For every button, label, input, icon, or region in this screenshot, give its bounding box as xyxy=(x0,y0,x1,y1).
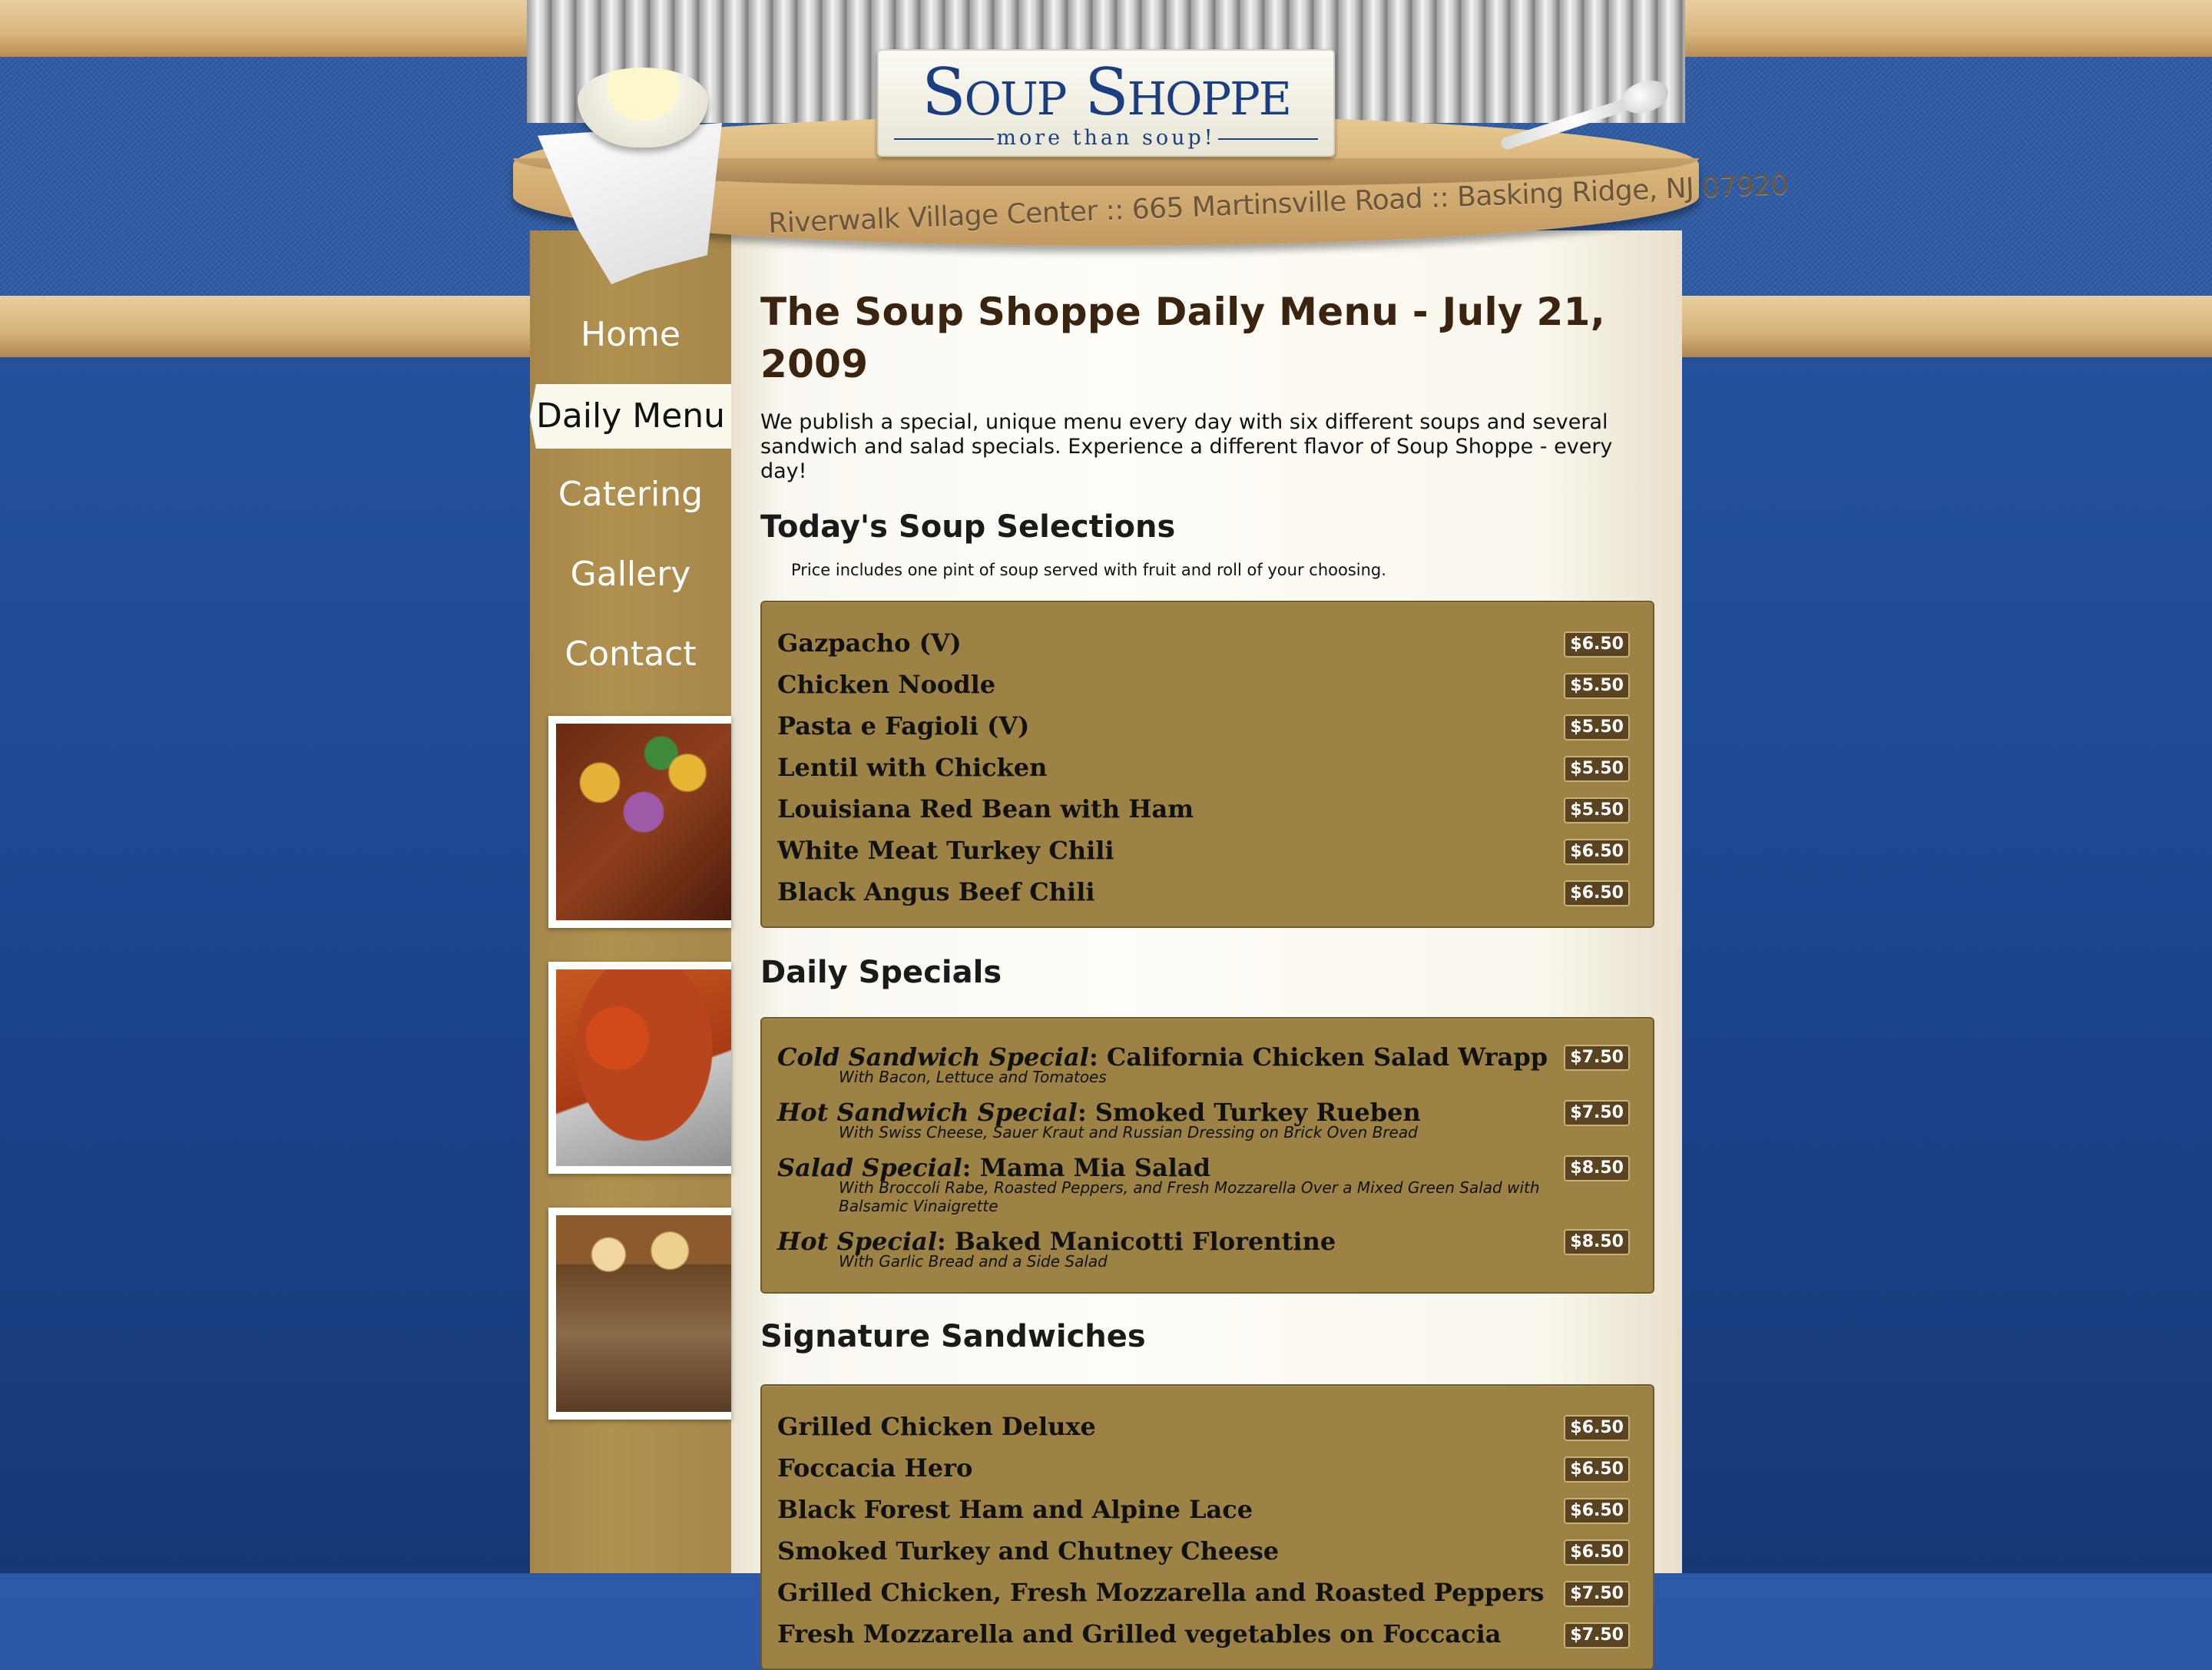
price-badge: $7.50 xyxy=(1564,1100,1630,1126)
logo-tagline: more than soup! xyxy=(879,128,1333,149)
special-description: With Broccoli Rabe, Roasted Peppers, and… xyxy=(839,1178,1540,1215)
specials-heading: Daily Specials xyxy=(760,955,1002,990)
menu-item: Fresh Mozzarella and Grilled vegetables … xyxy=(762,1613,1653,1655)
main-content: The Soup Shoppe Daily Menu - July 21, 20… xyxy=(760,286,1654,1670)
price-badge: $6.50 xyxy=(1564,1415,1630,1441)
main-nav: Home Daily Menu Catering Gallery Contact xyxy=(530,298,731,697)
menu-item: Smoked Turkey and Chutney Cheese $6.50 xyxy=(762,1530,1653,1572)
nav-daily-menu[interactable]: Daily Menu xyxy=(530,384,731,449)
menu-item: Foccacia Hero $6.50 xyxy=(762,1447,1653,1489)
menu-item: Pasta e Fagioli (V) $5.50 xyxy=(762,705,1653,747)
special-item: Hot Sandwich Special: Smoked Turkey Rueb… xyxy=(762,1097,1653,1141)
price-badge: $5.50 xyxy=(1564,797,1630,823)
baked-goods-photo xyxy=(548,1208,731,1420)
sandwiches-heading: Signature Sandwiches xyxy=(760,1319,1146,1354)
price-badge: $6.50 xyxy=(1564,631,1630,658)
menu-item: Black Forest Ham and Alpine Lace $6.50 xyxy=(762,1489,1653,1530)
nav-contact[interactable]: Contact xyxy=(530,618,731,697)
special-description: With Swiss Cheese, Sauer Kraut and Russi… xyxy=(839,1123,1418,1141)
sandwich-menu-box: Grilled Chicken Deluxe $6.50 Foccacia Her… xyxy=(760,1384,1654,1670)
menu-item: Gazpacho (V) $6.50 xyxy=(762,622,1653,664)
logo-name: Soup Shoppe xyxy=(922,55,1292,130)
menu-item: Black Angus Beef Chili $6.50 xyxy=(762,871,1653,913)
soups-heading: Today's Soup Selections xyxy=(760,509,1176,545)
price-badge: $7.50 xyxy=(1564,1622,1630,1648)
menu-item: White Meat Turkey Chili $6.50 xyxy=(762,830,1653,871)
menu-item: Lentil with Chicken $5.50 xyxy=(762,747,1653,788)
special-item: Salad Special: Mama Mia Salad With Brocc… xyxy=(762,1152,1653,1215)
price-badge: $7.50 xyxy=(1564,1045,1630,1071)
specials-menu-box: Cold Sandwich Special: California Chicke… xyxy=(760,1017,1654,1294)
price-badge: $8.50 xyxy=(1564,1229,1630,1255)
price-badge: $6.50 xyxy=(1564,880,1630,906)
intro-text: We publish a special, unique menu every … xyxy=(760,410,1613,483)
price-badge: $7.50 xyxy=(1564,1581,1630,1607)
price-badge: $6.50 xyxy=(1564,1498,1630,1524)
page-title: The Soup Shoppe Daily Menu - July 21, 20… xyxy=(760,290,1605,386)
menu-item: Chicken Noodle $5.50 xyxy=(762,664,1653,705)
price-badge: $5.50 xyxy=(1564,756,1630,782)
special-name: : California Chicken Salad Wrapp xyxy=(1088,1042,1548,1072)
soup-menu-box: Gazpacho (V) $6.50 Chicken Noodle $5.50 Pa… xyxy=(760,601,1654,928)
special-item: Hot Special: Baked Manicotti Florentine … xyxy=(762,1226,1653,1271)
nav-gallery[interactable]: Gallery xyxy=(530,538,731,618)
price-badge: $5.50 xyxy=(1564,673,1630,699)
menu-item: Louisiana Red Bean with Ham $5.50 xyxy=(762,788,1653,830)
menu-item: Grilled Chicken Deluxe $6.50 xyxy=(762,1406,1653,1447)
chili-photo xyxy=(548,716,731,928)
nav-catering[interactable]: Catering xyxy=(530,458,731,538)
price-badge: $6.50 xyxy=(1564,1539,1630,1566)
price-badge: $5.50 xyxy=(1564,714,1630,741)
nav-home[interactable]: Home xyxy=(530,298,731,378)
price-badge: $6.50 xyxy=(1564,1456,1630,1483)
price-badge: $6.50 xyxy=(1564,839,1630,865)
site-logo[interactable]: Soup Shoppe more than soup! xyxy=(877,49,1335,157)
soups-note: Price includes one pint of soup served w… xyxy=(791,561,1386,579)
bean-soup-photo xyxy=(548,962,731,1174)
price-badge: $8.50 xyxy=(1564,1155,1630,1181)
special-item: Cold Sandwich Special: California Chicke… xyxy=(762,1042,1653,1086)
menu-item: Grilled Chicken, Fresh Mozzarella and Ro… xyxy=(762,1572,1653,1613)
